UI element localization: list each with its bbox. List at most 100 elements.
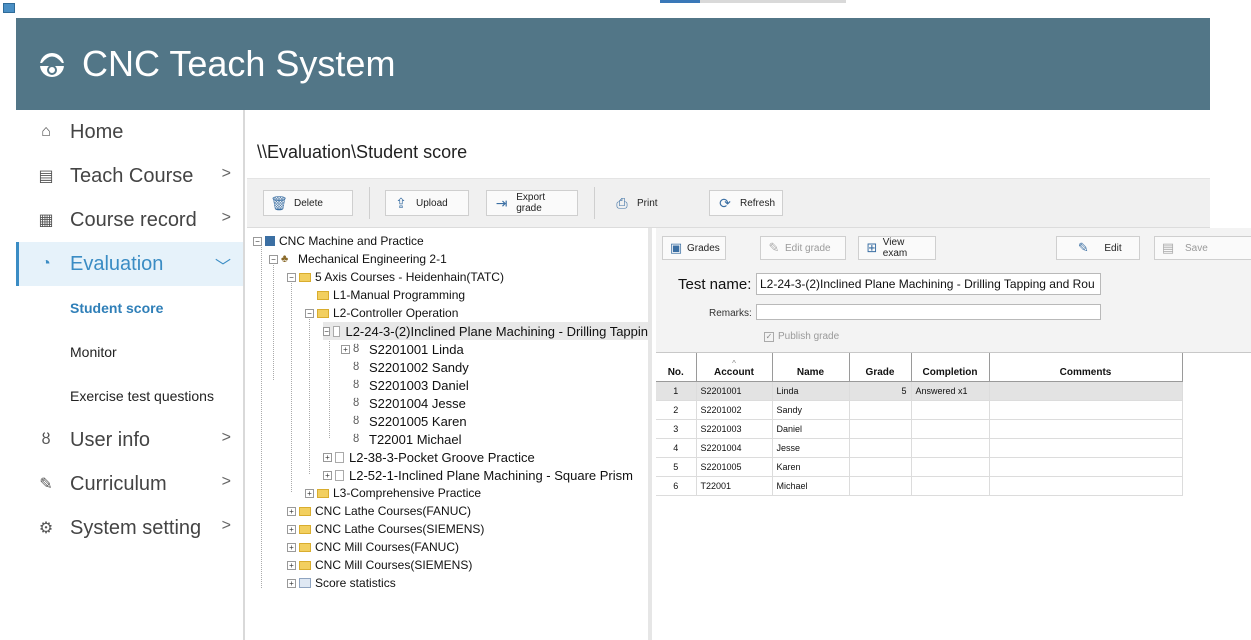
cell-account: S2201004	[696, 438, 773, 458]
sidebar-item-user-info[interactable]: ȣ User info >	[16, 418, 243, 462]
column-header-comments[interactable]: Comments	[989, 353, 1183, 382]
cell-no: 4	[656, 438, 697, 458]
tree-node-test[interactable]: + L2-38-3-Pocket Groove Practice	[323, 448, 535, 466]
expand-icon[interactable]: +	[323, 470, 332, 480]
save-button-label: Save	[1185, 242, 1208, 254]
save-button[interactable]: ▤ Save	[1154, 236, 1251, 260]
titlebar-tab-active[interactable]	[660, 0, 700, 3]
expand-icon[interactable]: +	[287, 524, 296, 534]
table-header-row: No. ^ Account Name Grade Completion Comme…	[656, 353, 1183, 382]
refresh-button[interactable]: ⟳ Refresh	[709, 190, 783, 216]
sidebar-subitem-monitor[interactable]: Monitor	[16, 330, 243, 374]
cell-name: Daniel	[772, 419, 850, 439]
user-icon: ȣ	[353, 397, 360, 409]
edit-button[interactable]: ✎ Edit	[1056, 236, 1140, 260]
tree-node-student[interactable]: ȣ S2201005 Karen	[341, 412, 467, 430]
expand-icon[interactable]: +	[341, 344, 350, 354]
column-header-grade[interactable]: Grade	[849, 353, 912, 382]
tree-node-test[interactable]: + L2-52-1-Inclined Plane Machining - Squa…	[323, 466, 633, 484]
page-icon	[335, 451, 344, 463]
cell-comments[interactable]	[989, 457, 1183, 477]
collapse-icon[interactable]: −	[323, 326, 331, 336]
sidebar-subitem-exercise-test-questions[interactable]: Exercise test questions	[16, 374, 243, 418]
tree-node-student[interactable]: + ȣ S2201001 Linda	[341, 340, 464, 358]
cell-grade[interactable]	[849, 457, 912, 477]
table-row[interactable]: 5 S2201005 Karen	[656, 457, 1183, 477]
chevron-right-icon: >	[221, 165, 231, 182]
table-row[interactable]: 6 T22001 Michael	[656, 476, 1183, 496]
remarks-field[interactable]	[756, 304, 1101, 320]
tree-node-lesson[interactable]: L1-Manual Programming	[305, 286, 465, 304]
grades-button[interactable]: ▣ Grades	[662, 236, 726, 260]
tree-node-student[interactable]: ȣ T22001 Michael	[341, 430, 462, 448]
tree-node-lesson[interactable]: + L3-Comprehensive Practice	[305, 484, 481, 502]
tree-node-student[interactable]: ȣ S2201003 Daniel	[341, 376, 469, 394]
cell-comments[interactable]	[989, 438, 1183, 458]
upload-button[interactable]: ⇪ Upload	[385, 190, 469, 216]
table-row[interactable]: 3 S2201003 Daniel	[656, 419, 1183, 439]
table-row[interactable]: 2 S2201002 Sandy	[656, 400, 1183, 420]
export-grade-button-label: Export grade	[516, 192, 546, 214]
sidebar-subitem-student-score[interactable]: Student score	[16, 286, 243, 330]
expand-icon[interactable]: +	[323, 452, 332, 462]
sidebar-item-curriculum[interactable]: ✎ Curriculum >	[16, 462, 243, 506]
sidebar-item-evaluation[interactable]: ◔ Evaluation ﹀	[16, 242, 243, 286]
tree-node-course[interactable]: − 5 Axis Courses - Heidenhain(TATC)	[287, 268, 504, 286]
column-header-account[interactable]: ^ Account	[696, 353, 773, 382]
tree-node-statistics[interactable]: + Score statistics	[287, 574, 396, 592]
cell-no: 2	[656, 400, 697, 420]
view-exam-button[interactable]: ⊞ View exam	[858, 236, 936, 260]
print-button[interactable]: ⎙ Print	[606, 190, 686, 216]
column-header-completion[interactable]: Completion	[911, 353, 990, 382]
tree-node-test-selected[interactable]: − L2-24-3-(2)Inclined Plane Machining - D…	[323, 322, 648, 340]
cell-grade[interactable]	[849, 438, 912, 458]
expand-icon[interactable]: +	[287, 560, 296, 570]
tree-node-student[interactable]: ȣ S2201004 Jesse	[341, 394, 466, 412]
cell-comments[interactable]	[989, 476, 1183, 496]
column-header-no[interactable]: No.	[656, 353, 697, 382]
tree-node-class[interactable]: − ♣ Mechanical Engineering 2-1	[269, 250, 447, 268]
sidebar-item-system-setting[interactable]: ⚙ System setting >	[16, 506, 243, 550]
tree-node-course[interactable]: + CNC Mill Courses(FANUC)	[287, 538, 459, 556]
cell-grade[interactable]	[849, 476, 912, 496]
tree-node-course[interactable]: + CNC Lathe Courses(SIEMENS)	[287, 520, 484, 538]
table-row[interactable]: 4 S2201004 Jesse	[656, 438, 1183, 458]
expand-icon[interactable]: +	[287, 542, 296, 552]
test-name-field[interactable]: L2-24-3-(2)Inclined Plane Machining - Dr…	[756, 273, 1101, 295]
edit-grade-button[interactable]: ✎ Edit grade	[760, 236, 846, 260]
expand-icon[interactable]: +	[305, 488, 314, 498]
edit-button-label: Edit	[1104, 242, 1122, 254]
table-row[interactable]: 1 S2201001 Linda 5 Answered x1	[656, 381, 1183, 401]
expand-icon[interactable]: +	[287, 506, 296, 516]
grades-button-label: Grades	[687, 242, 720, 254]
collapse-icon[interactable]: −	[253, 236, 262, 246]
tree-line	[329, 332, 330, 438]
cell-grade[interactable]	[849, 400, 912, 420]
app-title: CNC Teach System	[82, 43, 396, 84]
tree-node-label: S2201002 Sandy	[369, 359, 469, 375]
collapse-icon[interactable]: −	[269, 254, 278, 264]
tree-node-course[interactable]: + CNC Mill Courses(SIEMENS)	[287, 556, 472, 574]
sidebar-item-course-record[interactable]: ▦ Course record >	[16, 198, 243, 242]
print-button-label: Print	[637, 197, 658, 209]
cell-grade[interactable]	[849, 419, 912, 439]
collapse-icon[interactable]: −	[287, 272, 296, 282]
tree-node-lesson[interactable]: − L2-Controller Operation	[305, 304, 458, 322]
cell-comments[interactable]	[989, 400, 1183, 420]
sidebar-item-home[interactable]: ⌂ Home	[16, 110, 243, 154]
tree-node-student[interactable]: ȣ S2201002 Sandy	[341, 358, 469, 376]
export-grade-button[interactable]: ⇥ Export grade	[486, 190, 578, 216]
tree-node-root[interactable]: − CNC Machine and Practice	[253, 232, 424, 250]
expand-icon[interactable]: +	[287, 578, 296, 588]
column-header-name[interactable]: Name	[772, 353, 850, 382]
tree-line	[291, 278, 292, 492]
cell-comments[interactable]	[989, 419, 1183, 439]
collapse-icon[interactable]: −	[305, 308, 314, 318]
sidebar-item-teach-course[interactable]: ▤ Teach Course >	[16, 154, 243, 198]
publish-grade-checkbox[interactable]: ✓ Publish grade	[764, 331, 839, 342]
book-icon	[265, 236, 275, 246]
delete-button[interactable]: 🗑 Delete	[263, 190, 353, 216]
tree-node-course[interactable]: + CNC Lathe Courses(FANUC)	[287, 502, 471, 520]
cell-grade[interactable]: 5	[849, 381, 912, 401]
cell-comments[interactable]	[989, 381, 1183, 401]
